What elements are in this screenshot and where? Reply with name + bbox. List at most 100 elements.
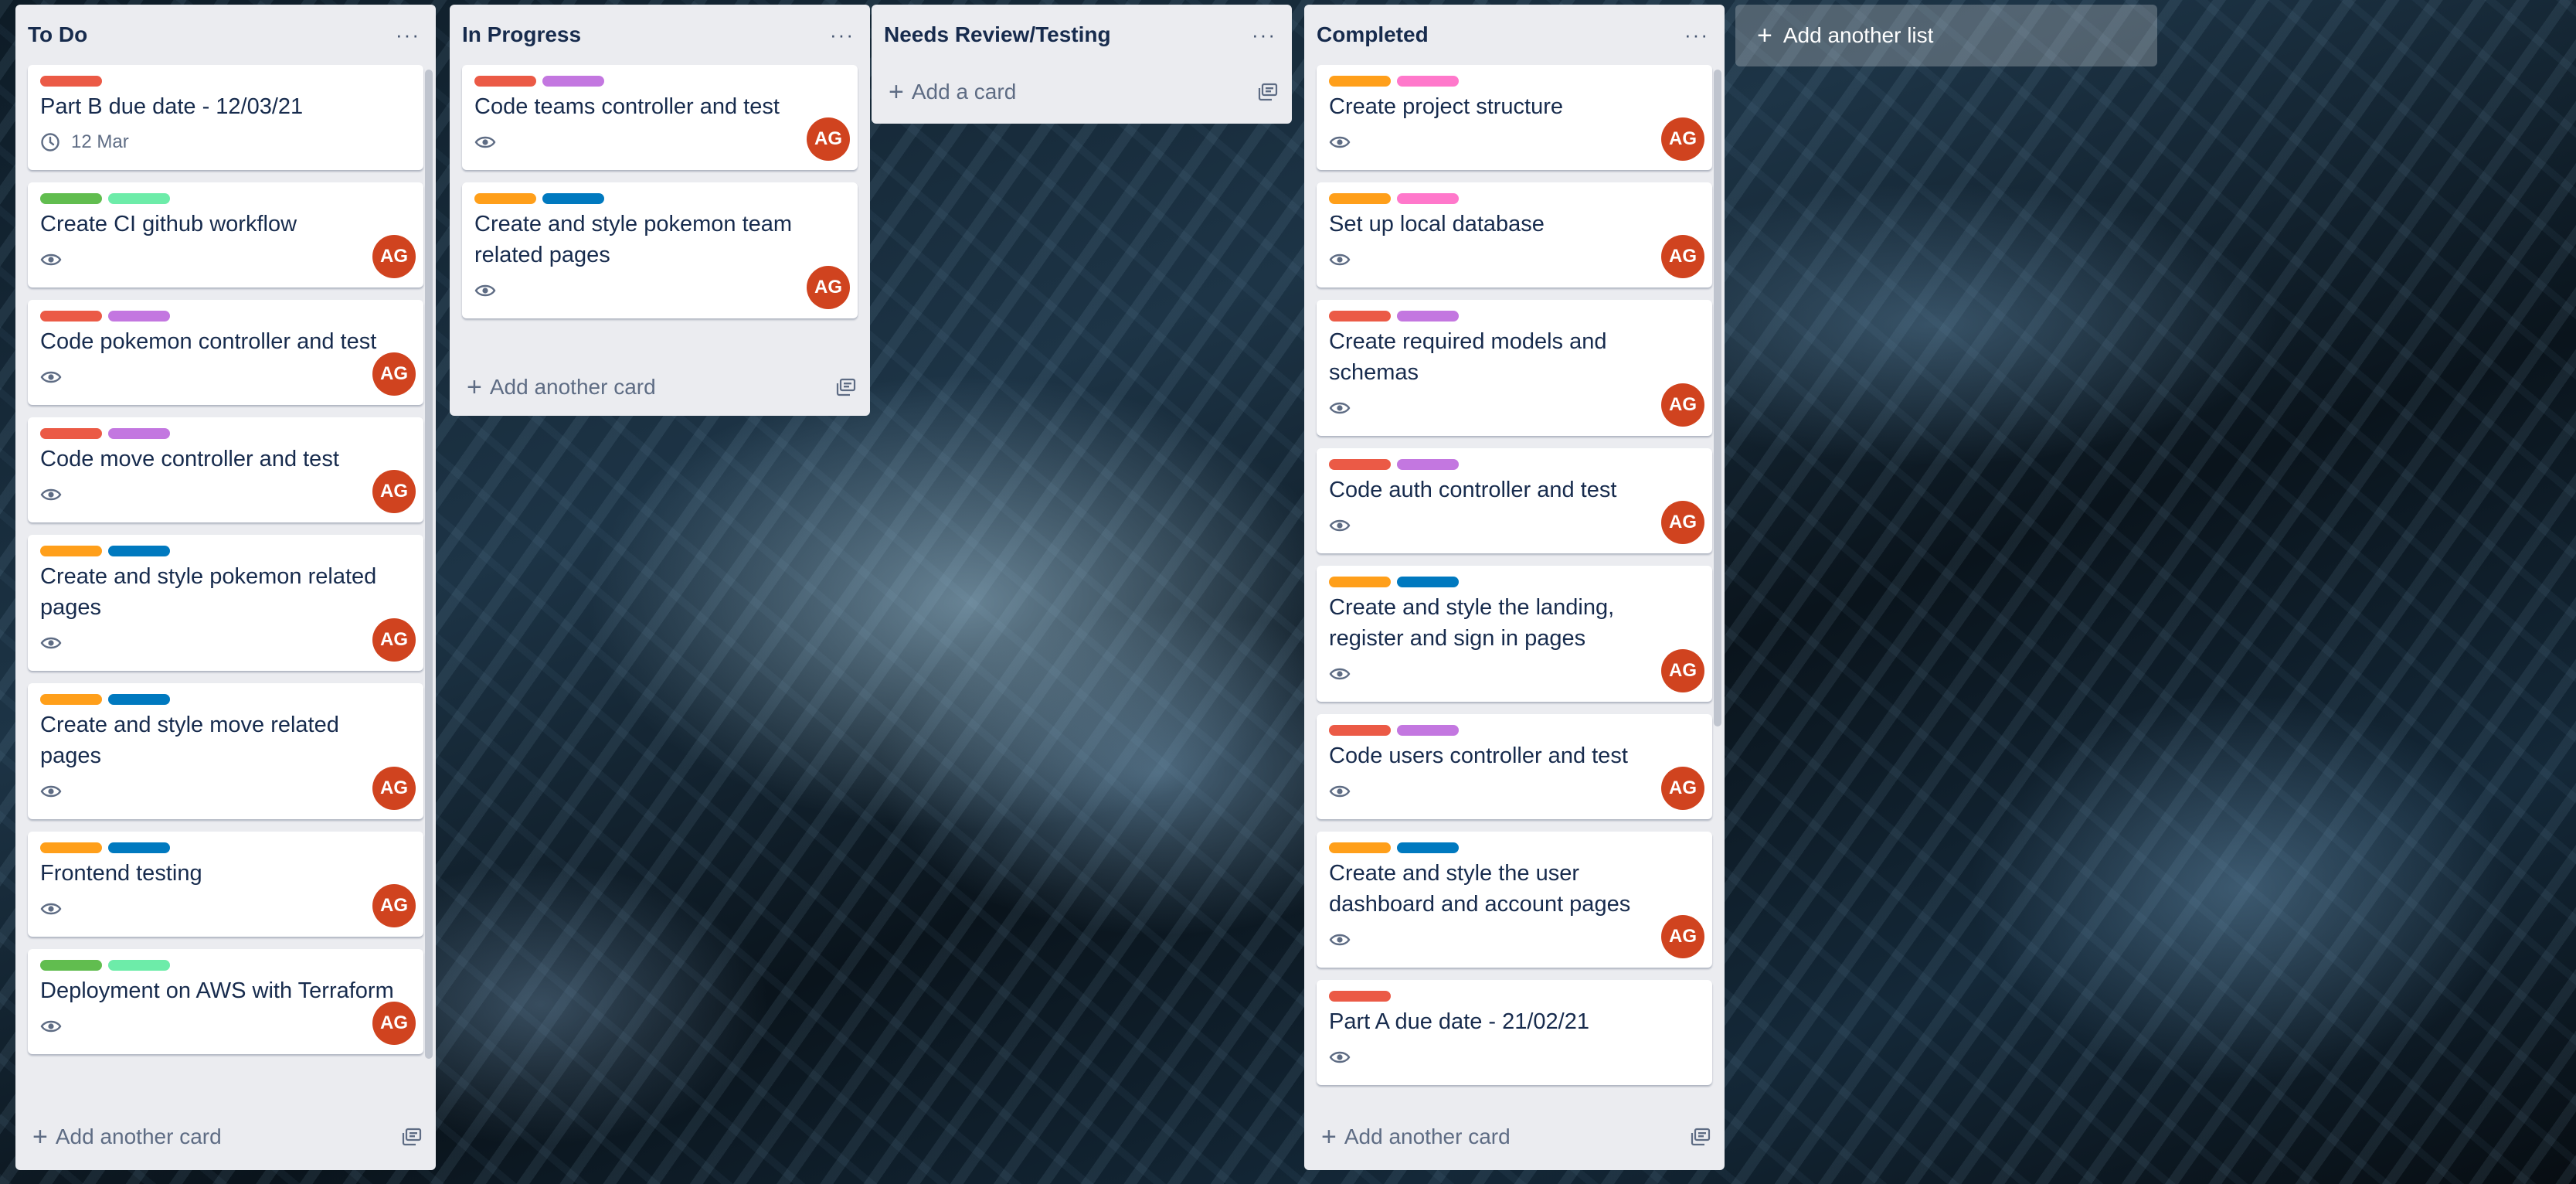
card[interactable]: Code users controller and test AG (1317, 714, 1712, 819)
member-avatar[interactable]: AG (372, 884, 416, 927)
blue-label[interactable] (542, 193, 604, 204)
orange-label[interactable] (474, 193, 536, 204)
ellipsis-icon[interactable]: ··· (1684, 25, 1709, 45)
card-template-icon[interactable] (1258, 83, 1278, 101)
card-template-icon[interactable] (836, 378, 856, 396)
member-avatar[interactable]: AG (372, 235, 416, 278)
green-label[interactable] (40, 193, 102, 204)
green-label[interactable] (40, 960, 102, 971)
add-card-button[interactable]: + Add another card (15, 1108, 436, 1165)
red-label[interactable] (1329, 991, 1391, 1002)
list-header[interactable]: Completed ··· (1304, 5, 1725, 65)
orange-label[interactable] (40, 842, 102, 853)
list-title[interactable]: To Do (28, 22, 87, 47)
member-avatar[interactable]: AG (372, 352, 416, 396)
card[interactable]: Code auth controller and test AG (1317, 448, 1712, 553)
lightgreen-label[interactable] (108, 960, 170, 971)
member-avatar[interactable]: AG (1661, 501, 1704, 544)
purple-label[interactable] (1397, 311, 1459, 322)
card[interactable]: Part B due date - 12/03/21 12 Mar (28, 65, 423, 170)
list-header[interactable]: To Do ··· (15, 5, 436, 65)
card[interactable]: Code move controller and test AG (28, 417, 423, 522)
list-header[interactable]: Needs Review/Testing ··· (872, 5, 1292, 65)
list-to-do: To Do ··· Part B due date - 12/03/21 12 Mar… (15, 5, 436, 1170)
member-avatar[interactable]: AG (1661, 915, 1704, 958)
add-card-button[interactable]: + Add a card (872, 65, 1292, 119)
orange-label[interactable] (1329, 577, 1391, 587)
list-scrollbar[interactable] (1714, 70, 1721, 726)
card-template-icon[interactable] (1691, 1128, 1711, 1146)
card-template-icon[interactable] (402, 1128, 422, 1146)
card[interactable]: Create and style the landing, register a… (1317, 566, 1712, 702)
member-avatar[interactable]: AG (372, 767, 416, 810)
add-another-list-button[interactable]: + Add another list (1735, 5, 2157, 66)
member-avatar[interactable]: AG (807, 266, 850, 309)
orange-label[interactable] (40, 694, 102, 705)
member-avatar[interactable]: AG (372, 618, 416, 662)
list-header[interactable]: In Progress ··· (450, 5, 870, 65)
red-label[interactable] (40, 76, 102, 87)
purple-label[interactable] (108, 311, 170, 322)
red-label[interactable] (474, 76, 536, 87)
purple-label[interactable] (542, 76, 604, 87)
card-title: Code move controller and test (40, 447, 339, 471)
blue-label[interactable] (108, 842, 170, 853)
ellipsis-icon[interactable]: ··· (1252, 25, 1276, 45)
list-title[interactable]: In Progress (462, 22, 581, 47)
member-avatar[interactable]: AG (1661, 235, 1704, 278)
purple-label[interactable] (108, 428, 170, 439)
card[interactable]: Create and style pokemon related pages AG (28, 535, 423, 671)
red-label[interactable] (1329, 725, 1391, 736)
red-label[interactable] (40, 428, 102, 439)
member-avatar[interactable]: AG (1661, 383, 1704, 427)
red-label[interactable] (40, 311, 102, 322)
pink-label[interactable] (1397, 76, 1459, 87)
add-card-label-group[interactable]: + Add a card (889, 79, 1016, 105)
blue-label[interactable] (108, 694, 170, 705)
card[interactable]: Part A due date - 21/02/21 (1317, 980, 1712, 1085)
red-label[interactable] (1329, 311, 1391, 322)
card[interactable]: Code teams controller and test AG (462, 65, 858, 170)
orange-label[interactable] (1329, 193, 1391, 204)
card[interactable]: Frontend testing AG (28, 832, 423, 937)
pink-label[interactable] (1397, 193, 1459, 204)
member-avatar[interactable]: AG (1661, 117, 1704, 161)
member-avatar[interactable]: AG (1661, 767, 1704, 810)
list-title[interactable]: Needs Review/Testing (884, 22, 1111, 47)
card[interactable]: Create CI github workflow AG (28, 182, 423, 287)
add-card-button[interactable]: + Add another card (450, 359, 870, 416)
member-avatar[interactable]: AG (807, 117, 850, 161)
member-avatar[interactable]: AG (372, 1002, 416, 1045)
orange-label[interactable] (40, 546, 102, 556)
member-avatar[interactable]: AG (372, 470, 416, 513)
list-scrollbar[interactable] (425, 70, 433, 1059)
list-title[interactable]: Completed (1317, 22, 1429, 47)
card[interactable]: Create and style pokemon team related pa… (462, 182, 858, 318)
card[interactable]: Create project structure AG (1317, 65, 1712, 170)
card[interactable]: Code pokemon controller and test AG (28, 300, 423, 405)
add-card-label-group[interactable]: + Add another card (467, 374, 656, 400)
card[interactable]: Create and style the user dashboard and … (1317, 832, 1712, 968)
due-date-badge[interactable]: 12 Mar (71, 131, 129, 153)
blue-label[interactable] (1397, 577, 1459, 587)
card[interactable]: Create required models and schemas AG (1317, 300, 1712, 436)
ellipsis-icon[interactable]: ··· (396, 25, 420, 45)
add-card-button[interactable]: + Add another card (1304, 1108, 1725, 1165)
list-needs-review-testing: Needs Review/Testing ··· + Add a card (872, 5, 1292, 124)
card[interactable]: Deployment on AWS with Terraform AG (28, 949, 423, 1054)
purple-label[interactable] (1397, 459, 1459, 470)
card[interactable]: Set up local database AG (1317, 182, 1712, 287)
red-label[interactable] (1329, 459, 1391, 470)
add-card-label-group[interactable]: + Add another card (1321, 1124, 1511, 1150)
orange-label[interactable] (1329, 842, 1391, 853)
orange-label[interactable] (1329, 76, 1391, 87)
purple-label[interactable] (1397, 725, 1459, 736)
blue-label[interactable] (108, 546, 170, 556)
lightgreen-label[interactable] (108, 193, 170, 204)
blue-label[interactable] (1397, 842, 1459, 853)
member-avatar[interactable]: AG (1661, 649, 1704, 692)
card[interactable]: Create and style move related pages AG (28, 683, 423, 819)
ellipsis-icon[interactable]: ··· (830, 25, 855, 45)
card-labels (1329, 459, 1700, 470)
add-card-label-group[interactable]: + Add another card (32, 1124, 222, 1150)
